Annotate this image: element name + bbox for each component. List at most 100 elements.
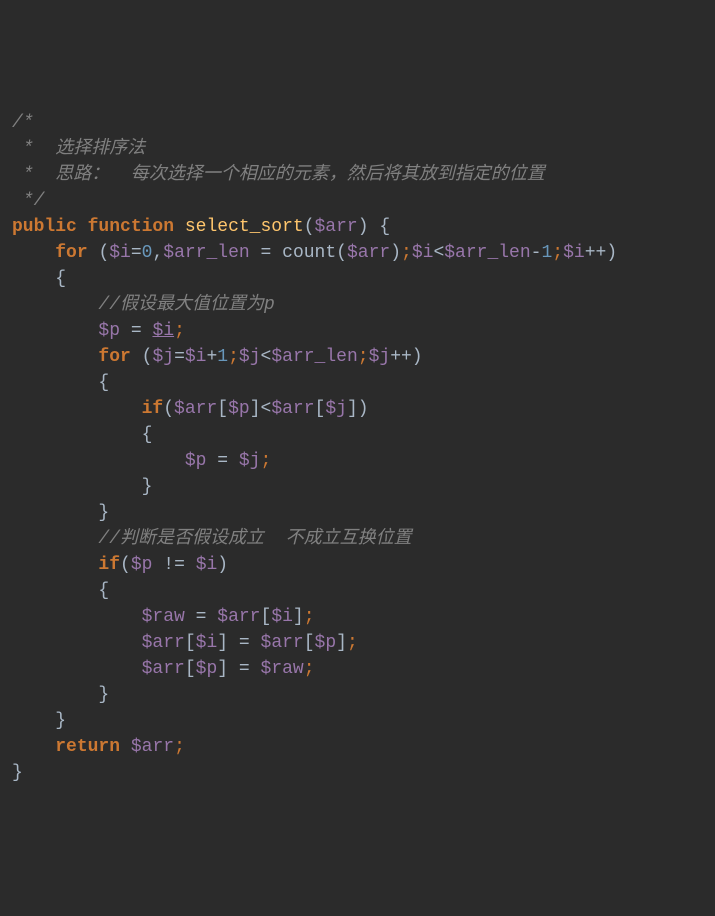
- paren: ): [358, 399, 369, 419]
- variable: $p: [185, 451, 207, 471]
- paren: (: [163, 399, 174, 419]
- semicolon: ;: [260, 451, 271, 471]
- variable: $p: [98, 321, 120, 341]
- comment-line: //假设最大值位置为p: [98, 295, 274, 315]
- comment-line: * 选择排序法: [12, 139, 145, 159]
- variable: $i: [185, 347, 207, 367]
- op: =: [261, 243, 272, 263]
- variable: $arr_len: [163, 243, 249, 263]
- variable: $i: [196, 633, 218, 653]
- variable: $j: [152, 347, 174, 367]
- comma: ,: [152, 243, 163, 263]
- brace: }: [98, 685, 109, 705]
- semicolon: ;: [174, 321, 185, 341]
- semicolon: ;: [228, 347, 239, 367]
- semicolon: ;: [174, 737, 185, 757]
- op: =: [239, 633, 250, 653]
- bracket: [: [217, 399, 228, 419]
- op: =: [131, 243, 142, 263]
- variable: $p: [131, 555, 153, 575]
- paren: (: [336, 243, 347, 263]
- op: <: [261, 399, 272, 419]
- keyword-for: for: [98, 347, 130, 367]
- variable: $arr: [142, 659, 185, 679]
- paren: ): [412, 347, 423, 367]
- variable: $arr: [217, 607, 260, 627]
- variable: $p: [196, 659, 218, 679]
- variable: $arr_len: [444, 243, 530, 263]
- builtin: count: [282, 243, 336, 263]
- semicolon: ;: [347, 633, 358, 653]
- keyword-return: return: [55, 737, 120, 757]
- semicolon: ;: [304, 607, 315, 627]
- paren: (: [98, 243, 109, 263]
- number: 0: [142, 243, 153, 263]
- semicolon: ;: [401, 243, 412, 263]
- variable: $i: [563, 243, 585, 263]
- variable: $arr: [142, 633, 185, 653]
- bracket: ]: [336, 633, 347, 653]
- paren: ): [217, 555, 228, 575]
- function-name: select_sort: [185, 217, 304, 237]
- op: -: [531, 243, 542, 263]
- variable: $i: [271, 607, 293, 627]
- brace: }: [142, 477, 153, 497]
- variable: $arr_len: [271, 347, 357, 367]
- bracket: [: [261, 607, 272, 627]
- keyword-for: for: [55, 243, 87, 263]
- variable: $j: [325, 399, 347, 419]
- bracket: [: [185, 633, 196, 653]
- brace: {: [379, 217, 390, 237]
- variable: $arr: [131, 737, 174, 757]
- semicolon: ;: [304, 659, 315, 679]
- keyword-public: public: [12, 217, 77, 237]
- variable: $p: [315, 633, 337, 653]
- paren: (: [304, 217, 315, 237]
- op: ++: [585, 243, 607, 263]
- bracket: [: [315, 399, 326, 419]
- number: 1: [217, 347, 228, 367]
- op: =: [239, 659, 250, 679]
- keyword-if: if: [98, 555, 120, 575]
- op: =: [217, 451, 228, 471]
- bracket: ]: [217, 633, 228, 653]
- variable: $arr: [174, 399, 217, 419]
- op: <: [433, 243, 444, 263]
- paren: ): [606, 243, 617, 263]
- variable: $arr: [315, 217, 358, 237]
- brace: }: [55, 711, 66, 731]
- variable: $i: [196, 555, 218, 575]
- brace: {: [98, 373, 109, 393]
- bracket: [: [304, 633, 315, 653]
- variable: $i: [152, 321, 174, 341]
- number: 1: [541, 243, 552, 263]
- comment-line: * 思路： 每次选择一个相应的元素，然后将其放到指定的位置: [12, 165, 545, 185]
- op: =: [131, 321, 142, 341]
- bracket: ]: [293, 607, 304, 627]
- bracket: ]: [347, 399, 358, 419]
- semicolon: ;: [552, 243, 563, 263]
- op: !=: [163, 555, 185, 575]
- variable: $arr: [347, 243, 390, 263]
- variable: $j: [369, 347, 391, 367]
- comment-line: */: [12, 191, 44, 211]
- code-editor[interactable]: /* * 选择排序法 * 思路： 每次选择一个相应的元素，然后将其放到指定的位置…: [12, 110, 703, 786]
- comment-line: /*: [12, 113, 34, 133]
- comment-line: //判断是否假设成立 不成立互换位置: [98, 529, 411, 549]
- variable: $i: [412, 243, 434, 263]
- paren: (: [142, 347, 153, 367]
- op: ++: [390, 347, 412, 367]
- variable: $raw: [261, 659, 304, 679]
- keyword-if: if: [142, 399, 164, 419]
- op: =: [174, 347, 185, 367]
- variable: $raw: [142, 607, 185, 627]
- brace: {: [98, 581, 109, 601]
- paren: (: [120, 555, 131, 575]
- variable: $arr: [271, 399, 314, 419]
- brace: }: [98, 503, 109, 523]
- variable: $arr: [261, 633, 304, 653]
- variable: $j: [239, 451, 261, 471]
- semicolon: ;: [358, 347, 369, 367]
- brace: }: [12, 763, 23, 783]
- variable: $j: [239, 347, 261, 367]
